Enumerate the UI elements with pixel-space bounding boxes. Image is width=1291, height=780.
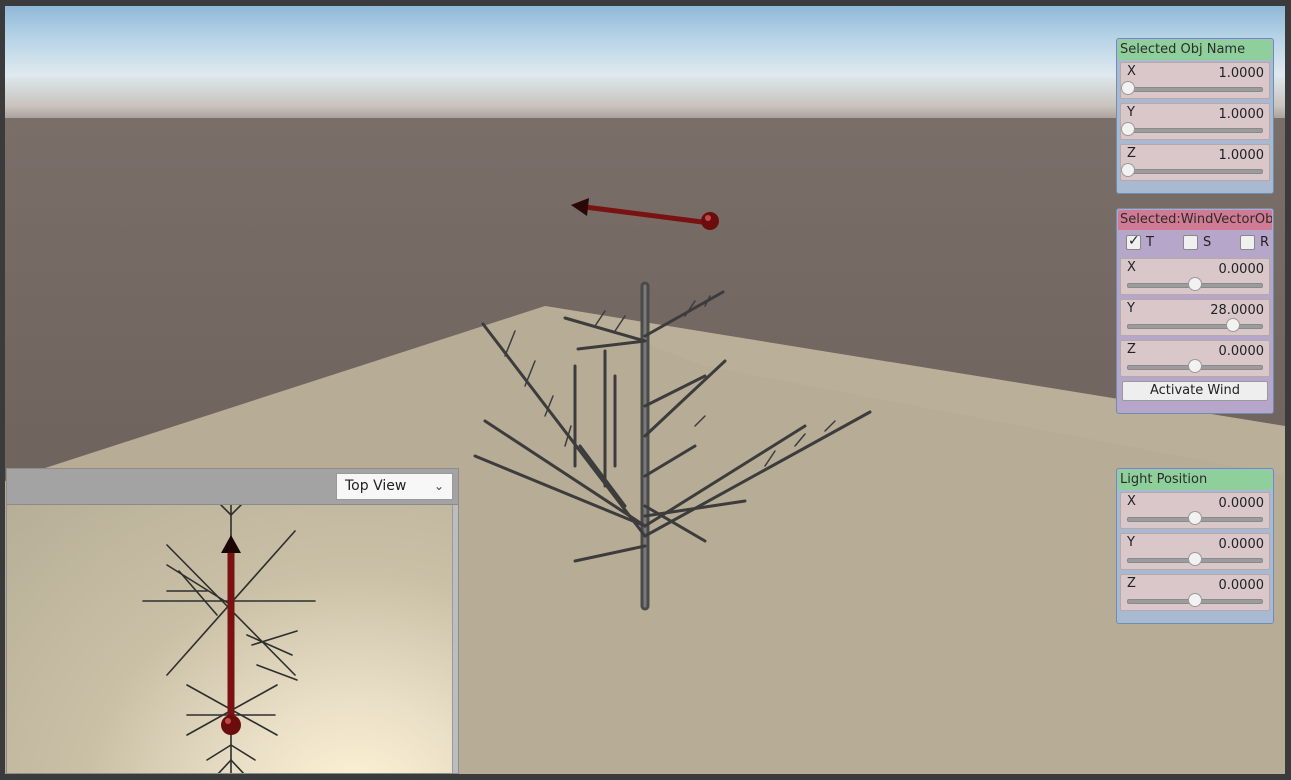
slider-track[interactable] [1121,122,1263,136]
view-dropdown-value: Top View [345,478,407,494]
transform-x-slider[interactable]: X 1.0000 [1120,62,1270,99]
field-value: 0.0000 [1218,496,1265,511]
slider-track[interactable] [1127,552,1263,566]
light-x-slider[interactable]: X 0.0000 [1120,492,1270,529]
checkbox-r[interactable] [1240,235,1255,250]
toggle-s[interactable]: S [1183,235,1211,250]
slider-thumb[interactable] [1188,359,1202,373]
field-label: Z [1127,576,1136,591]
field-value: 0.0000 [1218,537,1265,552]
wind-y-slider[interactable]: Y 28.0000 [1120,299,1270,336]
field-label: X [1127,64,1136,79]
top-view-scrollbar[interactable] [452,505,458,773]
slider-track[interactable] [1127,318,1263,332]
slider-track[interactable] [1127,277,1263,291]
slider-track[interactable] [1127,511,1263,525]
3d-viewport[interactable]: Top View ⌄ [5,6,1285,774]
slider-thumb[interactable] [1121,122,1135,136]
top-view-toolbar: Top View ⌄ [7,469,458,505]
field-value: 0.0000 [1218,344,1265,359]
field-value: 0.0000 [1218,578,1265,593]
slider-thumb[interactable] [1225,318,1240,332]
light-panel: Light Position X 0.0000 Y 0.0000 Z 0.000… [1116,468,1274,624]
top-view-window[interactable]: Top View ⌄ [6,468,459,774]
checkmark-icon: ✓ [1128,233,1140,249]
wind-panel: Selected:WindVectorObj ✓ T S R X 0.0000 … [1116,208,1274,414]
field-label: Y [1127,301,1135,316]
slider-thumb[interactable] [1188,511,1202,525]
slider-track[interactable] [1121,163,1263,177]
slider-track[interactable] [1127,359,1263,373]
field-label: Z [1127,342,1136,357]
toggle-label: S [1203,235,1212,250]
top-view-canvas [142,504,316,773]
wind-x-slider[interactable]: X 0.0000 [1120,258,1270,295]
field-value: 1.0000 [1218,107,1265,122]
field-label: Y [1127,105,1135,120]
checkbox-t[interactable]: ✓ [1126,233,1141,250]
checkbox-s[interactable] [1183,235,1198,250]
activate-wind-button[interactable]: Activate Wind [1122,381,1268,401]
field-label: X [1127,494,1136,509]
toggle-label: R [1260,235,1270,250]
field-label: X [1127,260,1136,275]
field-label: Y [1127,535,1135,550]
field-value: 28.0000 [1210,303,1264,318]
transform-y-slider[interactable]: Y 1.0000 [1120,103,1270,140]
chevron-down-icon: ⌄ [433,479,444,493]
slider-thumb[interactable] [1121,163,1135,177]
slider-thumb[interactable] [1188,277,1202,291]
field-value: 1.0000 [1218,148,1265,163]
view-dropdown[interactable]: Top View ⌄ [336,473,453,500]
toggle-t[interactable]: ✓ T [1126,233,1154,250]
toggle-label: T [1146,235,1154,250]
slider-track[interactable] [1121,81,1263,95]
transform-z-slider[interactable]: Z 1.0000 [1120,144,1270,181]
transform-panel-title: Selected Obj Name [1118,40,1272,60]
field-value: 0.0000 [1218,262,1265,277]
wind-vector-arrow [571,198,719,230]
slider-track[interactable] [1127,593,1263,607]
slider-thumb[interactable] [1188,593,1202,607]
field-label: Z [1127,146,1136,161]
light-z-slider[interactable]: Z 0.0000 [1120,574,1270,611]
wind-panel-title: Selected:WindVectorObj [1118,210,1272,230]
wind-z-slider[interactable]: Z 0.0000 [1120,340,1270,377]
transform-mode-toggles: ✓ T S R [1120,232,1270,256]
field-value: 1.0000 [1218,66,1265,81]
slider-thumb[interactable] [1188,552,1202,566]
slider-thumb[interactable] [1121,81,1135,95]
top-view-scene[interactable] [7,504,454,773]
light-panel-title: Light Position [1118,470,1272,490]
toggle-r[interactable]: R [1240,235,1269,250]
light-y-slider[interactable]: Y 0.0000 [1120,533,1270,570]
transform-panel: Selected Obj Name X 1.0000 Y 1.0000 Z 1.… [1116,38,1274,194]
